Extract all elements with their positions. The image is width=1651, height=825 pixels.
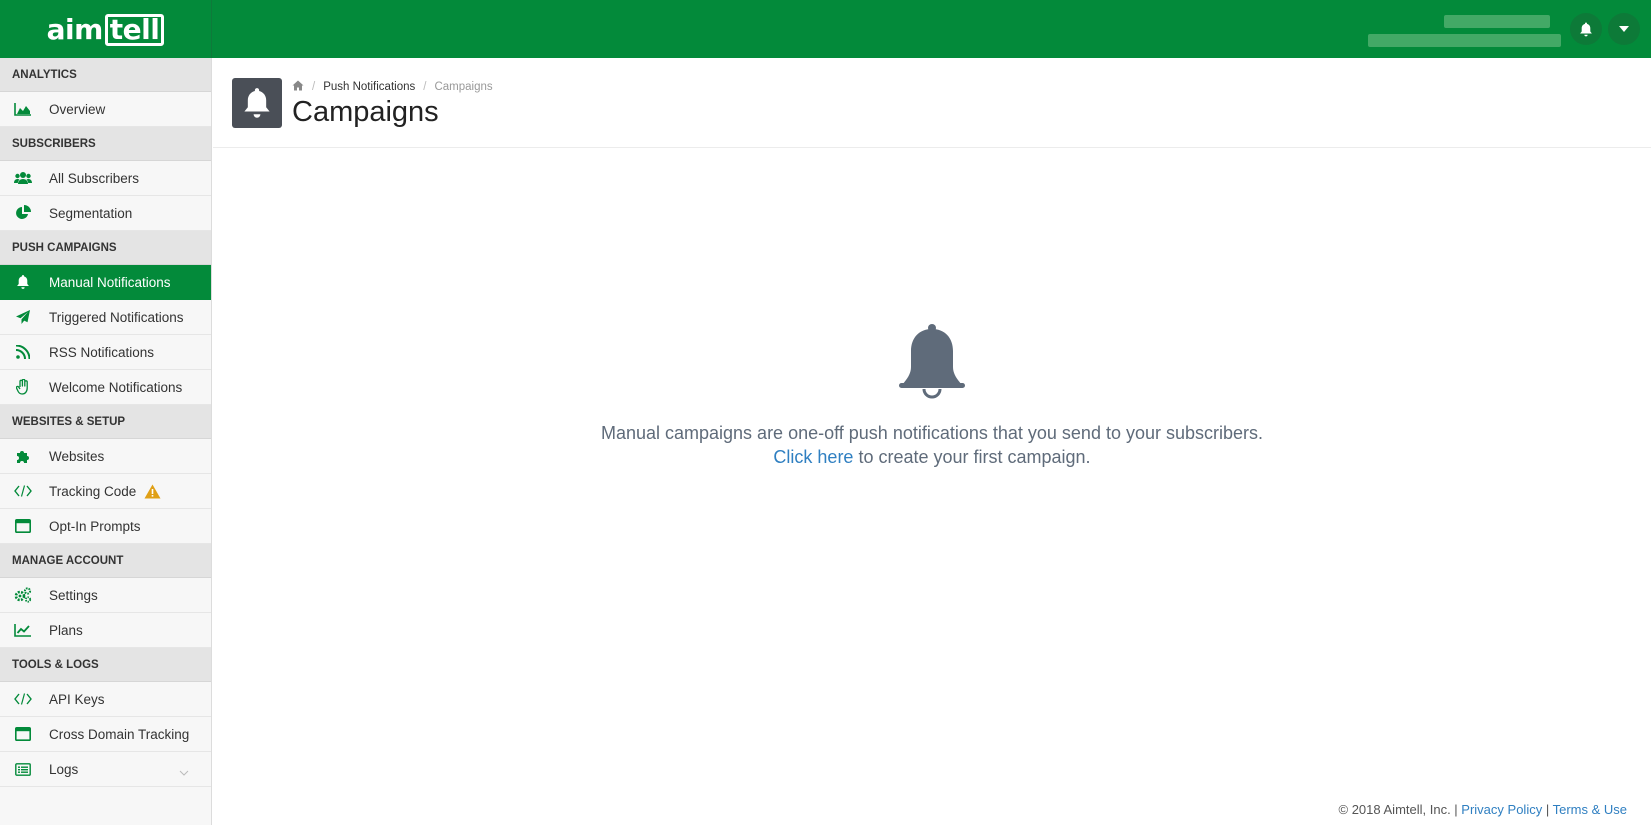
sidebar-item-all-subscribers[interactable]: All Subscribers xyxy=(0,161,211,196)
main-content: / Push Notifications / Campaigns Campaig… xyxy=(213,58,1651,825)
page-header-icon xyxy=(232,78,282,128)
terms-link[interactable]: Terms & Use xyxy=(1553,802,1627,817)
sidebar-item-plans[interactable]: Plans xyxy=(0,613,211,648)
logo-text: aim tell xyxy=(47,13,165,46)
redacted-account-name xyxy=(1444,15,1550,28)
breadcrumb-separator: / xyxy=(423,81,427,93)
caret-down-icon xyxy=(1619,26,1629,32)
bell-icon xyxy=(899,324,965,399)
sidebar-item-label: RSS Notifications xyxy=(49,344,155,360)
breadcrumb-campaigns: Campaigns xyxy=(434,81,493,93)
create-campaign-link[interactable]: Click here xyxy=(773,447,853,467)
sidebar-section-websites-setup: WEBSITES & SETUP xyxy=(0,405,211,439)
sidebar-section-push-campaigns: PUSH CAMPAIGNS xyxy=(0,231,211,265)
brand-logo[interactable]: aim tell xyxy=(0,0,212,58)
sidebar-item-websites[interactable]: Websites xyxy=(0,439,211,474)
sidebar-item-welcome-notifications[interactable]: Welcome Notifications xyxy=(0,370,211,405)
redacted-account-email xyxy=(1368,34,1561,47)
paper-plane-icon xyxy=(14,308,32,326)
sidebar-item-label: Logs xyxy=(49,761,79,777)
empty-state-cta: Click here to create your first campaign… xyxy=(213,445,1651,469)
sidebar-section-tools-logs: TOOLS & LOGS xyxy=(0,648,211,682)
top-bar: aim tell xyxy=(0,0,1651,58)
sidebar-item-label: API Keys xyxy=(49,691,105,707)
sidebar-item-label: Cross Domain Tracking xyxy=(49,726,190,742)
rss-icon xyxy=(14,343,32,361)
warning-icon xyxy=(144,484,161,499)
sidebar-item-label: Segmentation xyxy=(49,205,133,221)
area-chart-icon xyxy=(14,100,32,118)
sidebar-item-opt-in-prompts[interactable]: Opt-In Prompts xyxy=(0,509,211,544)
sidebar-item-manual-notifications[interactable]: Manual Notifications xyxy=(0,265,211,300)
page-header: / Push Notifications / Campaigns Campaig… xyxy=(213,58,1651,148)
puzzle-icon xyxy=(14,447,32,465)
footer-separator: | xyxy=(1542,802,1553,817)
empty-state-description: Manual campaigns are one-off push notifi… xyxy=(600,423,1264,443)
sidebar-item-logs[interactable]: Logs xyxy=(0,752,211,787)
sidebar-section-manage-account: MANAGE ACCOUNT xyxy=(0,544,211,578)
sidebar-item-label: Triggered Notifications xyxy=(49,309,184,325)
hand-wave-icon xyxy=(14,378,32,396)
notifications-button[interactable] xyxy=(1570,13,1602,45)
users-icon xyxy=(14,169,32,187)
sidebar-item-label: Overview xyxy=(49,101,106,117)
window-icon xyxy=(14,517,32,535)
sidebar-item-label: Manual Notifications xyxy=(49,274,171,290)
account-menu-button[interactable] xyxy=(1608,13,1640,45)
empty-state-cta-text: to create your first campaign. xyxy=(853,447,1091,467)
list-icon xyxy=(14,760,32,778)
window-icon xyxy=(14,725,32,743)
bell-icon xyxy=(1580,22,1592,36)
sidebar-section-subscribers: SUBSCRIBERS xyxy=(0,127,211,161)
sidebar-item-label: All Subscribers xyxy=(49,170,140,186)
bell-icon xyxy=(244,88,270,118)
privacy-policy-link[interactable]: Privacy Policy xyxy=(1461,802,1542,817)
gears-icon xyxy=(14,586,32,604)
sidebar-item-api-keys[interactable]: API Keys xyxy=(0,682,211,717)
sidebar-section-analytics: ANALYTICS xyxy=(0,58,211,92)
sidebar-item-label: Plans xyxy=(49,622,83,638)
sidebar-item-tracking-code[interactable]: Tracking Code xyxy=(0,474,211,509)
sidebar-item-settings[interactable]: Settings xyxy=(0,578,211,613)
sidebar-item-rss-notifications[interactable]: RSS Notifications xyxy=(0,335,211,370)
sidebar-item-label: Websites xyxy=(49,448,105,464)
sidebar-item-triggered-notifications[interactable]: Triggered Notifications xyxy=(0,300,211,335)
pie-chart-icon xyxy=(14,204,32,222)
home-icon[interactable] xyxy=(292,80,304,94)
sidebar: ANALYTICS Overview SUBSCRIBERS All Subsc… xyxy=(0,58,212,825)
page-title: Campaigns xyxy=(292,96,439,128)
line-chart-icon xyxy=(14,621,32,639)
empty-state: Manual campaigns are one-off push notifi… xyxy=(213,323,1651,469)
sidebar-item-cross-domain-tracking[interactable]: Cross Domain Tracking xyxy=(0,717,211,752)
code-icon xyxy=(14,690,32,708)
breadcrumb: / Push Notifications / Campaigns xyxy=(292,80,493,94)
chevron-down-icon xyxy=(179,764,189,779)
footer-copyright: © 2018 Aimtell, Inc. | xyxy=(1338,802,1462,817)
sidebar-item-label: Tracking Code xyxy=(49,483,137,499)
sidebar-item-overview[interactable]: Overview xyxy=(0,92,211,127)
breadcrumb-push-notifications[interactable]: Push Notifications xyxy=(323,81,415,93)
sidebar-item-label: Welcome Notifications xyxy=(49,379,183,395)
footer: © 2018 Aimtell, Inc. | Privacy Policy | … xyxy=(1339,802,1628,817)
sidebar-item-segmentation[interactable]: Segmentation xyxy=(0,196,211,231)
sidebar-item-label: Settings xyxy=(49,587,98,603)
bell-icon xyxy=(14,273,32,291)
sidebar-item-label: Opt-In Prompts xyxy=(49,518,141,534)
code-icon xyxy=(14,482,32,500)
breadcrumb-separator: / xyxy=(312,81,316,93)
